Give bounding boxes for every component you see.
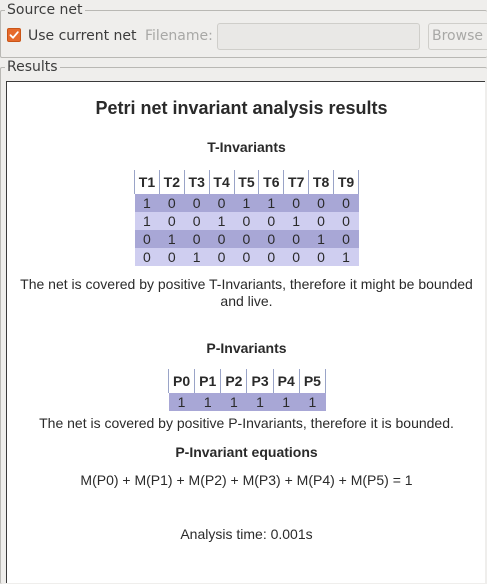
table-cell: 0 [209,248,234,266]
table-cell: 1 [220,393,247,411]
filename-label: Filename: [145,28,213,44]
table-cell: 1 [308,230,334,248]
table-cell: 1 [273,393,300,411]
results-legend: Results [5,59,60,75]
table-cell: 1 [184,248,210,266]
column-header: T1 [134,170,160,194]
table-cell: 0 [333,212,359,230]
table-cell: 0 [308,248,334,266]
analysis-time: Analysis time: 0.001s [180,526,313,542]
table-cell: 0 [283,248,309,266]
table-cell: 0 [283,194,309,212]
column-header: T5 [233,170,259,194]
column-header: T4 [208,170,234,194]
p-invariants-table: P0 P1 P2 P3 P4 P5 111111 [167,369,327,411]
table-cell: 0 [234,230,259,248]
p-invariants-conclusion: The net is covered by positive P-Invaria… [39,415,454,431]
t-invariants-table: T1 T2 T3 T4 T5 T6 T7 T8 T9 100011000100100100010… [134,170,359,266]
column-header: P5 [298,369,327,393]
table-cell: 0 [134,248,160,266]
table-cell: 0 [159,248,185,266]
checkmark-icon [9,31,19,39]
table-cell: 1 [159,230,185,248]
table-cell: 1 [283,212,309,230]
column-header: P1 [194,369,221,393]
table-cell: 0 [184,212,210,230]
column-header: T9 [333,170,359,194]
t-invariants-heading: T-Invariants [207,139,286,155]
column-header: P0 [167,369,195,393]
table-cell: 0 [258,212,284,230]
results-panel [6,81,485,583]
table-cell: 1 [299,393,326,411]
table-cell: 0 [209,194,234,212]
column-header: T2 [158,170,185,194]
p-invariant-equation: M(P0) + M(P1) + M(P2) + M(P3) + M(P4) + … [80,472,413,488]
table-cell: 1 [194,393,221,411]
table-cell: 0 [184,194,210,212]
table-cell: 1 [246,393,274,411]
table-row: 010000010 [134,230,359,248]
source-net-legend: Source net [5,2,85,18]
column-header: T8 [308,170,334,194]
use-current-net-checkbox[interactable] [7,28,21,42]
p-invariants-heading: P-Invariants [206,340,287,356]
table-row: 100100100 [134,212,359,230]
table-row: 100011000 [134,194,359,212]
table-cell: 1 [134,212,160,230]
table-cell: 0 [184,230,210,248]
filename-input[interactable] [217,23,420,50]
table-cell: 0 [159,212,185,230]
table-cell: 0 [333,230,359,248]
t-invariants-conclusion: The net is covered by positive T-Invaria… [20,276,473,309]
column-header: T7 [283,170,309,194]
results-title: Petri net invariant analysis results [95,98,388,118]
p-equations-heading: P-Invariant equations [175,444,318,460]
browse-button[interactable]: Browse [428,23,487,50]
table-cell: 1 [333,248,359,266]
table-cell: 0 [308,212,334,230]
use-current-net-label[interactable]: Use current net [28,28,137,44]
table-cell: 0 [159,194,185,212]
table-row: 001000001 [134,248,359,266]
table-cell: 0 [283,230,309,248]
column-header: P4 [272,369,300,393]
column-header: P3 [246,369,274,393]
column-header: P2 [220,369,247,393]
table-cell: 1 [134,194,160,212]
table-cell: 0 [234,248,259,266]
column-header: T3 [183,170,210,194]
table-cell: 0 [258,230,284,248]
table-cell: 0 [308,194,334,212]
table-cell: 0 [134,230,160,248]
table-cell: 0 [333,194,359,212]
table-cell: 0 [234,212,259,230]
table-cell: 1 [258,194,284,212]
table-cell: 0 [258,248,284,266]
table-cell: 0 [209,230,234,248]
table-cell: 1 [168,393,195,411]
table-cell: 1 [234,194,259,212]
table-cell: 1 [209,212,234,230]
table-row: 111111 [168,393,326,411]
column-header: T6 [258,170,284,194]
